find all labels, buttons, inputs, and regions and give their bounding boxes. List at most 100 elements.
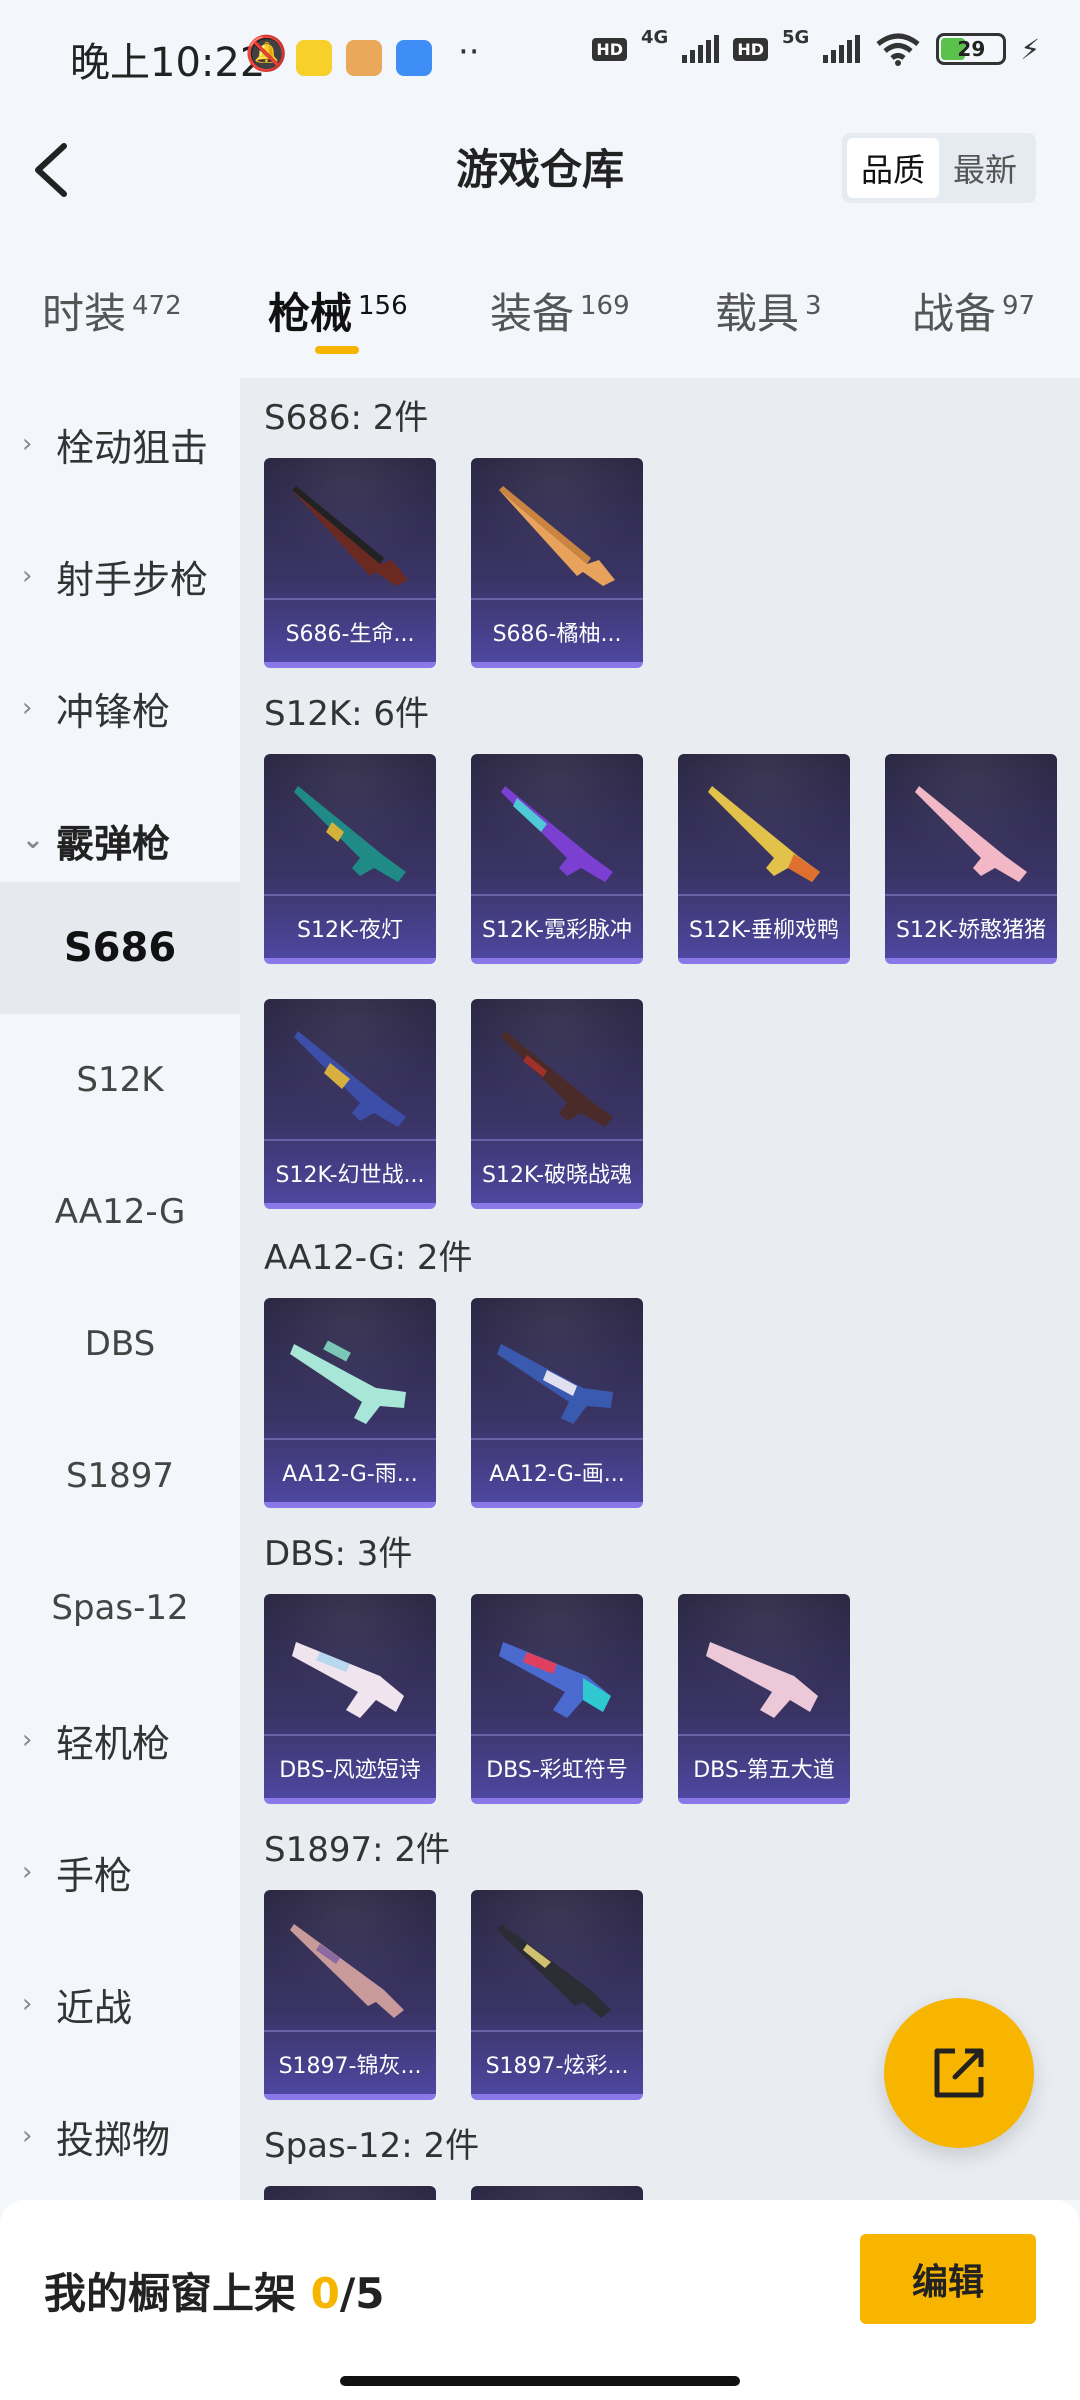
shotgun-image xyxy=(499,1642,611,1718)
tab-label: 载具 xyxy=(715,289,800,338)
skin-name: S12K-垂柳戏鸭 xyxy=(688,918,839,943)
sidebar-item-label: 手枪 xyxy=(56,1853,133,1898)
skin-name: AA12-G-画... xyxy=(489,1462,625,1487)
chevron-right-icon: › xyxy=(22,1989,33,2019)
sidebar: › 栓动狙击 › 射手步枪 › 冲锋枪 ⌄ 霰弹枪 S686 S12K AA12-G D… xyxy=(0,378,240,2200)
skin-name: DBS-彩虹符号 xyxy=(486,1758,628,1783)
weapon-skin-card[interactable]: DBS-风迹短诗 xyxy=(264,1594,436,1804)
sidebar-item-pistol[interactable]: › 手枪 xyxy=(0,1806,240,1938)
shotgun-image xyxy=(292,486,408,586)
showcase-title: 我的橱窗上架 xyxy=(44,2269,297,2318)
weapon-list[interactable]: S686: 2件 S686-生命... S686-橘柚... S12K: 6件 … xyxy=(240,378,1080,2200)
app-notification-icon xyxy=(346,40,382,76)
weapon-skin-card[interactable]: S12K-夜灯 xyxy=(264,754,436,964)
weapon-skin-card[interactable]: S1897-锦灰... xyxy=(264,1890,436,2100)
mute-bell-icon: 🔕 xyxy=(245,34,288,74)
showcase-label: 我的橱窗上架 0/5 xyxy=(44,2260,384,2321)
sidebar-subitem-spas12[interactable]: Spas-12 xyxy=(0,1542,240,1674)
shotgun-image xyxy=(290,1924,404,2018)
chevron-down-icon: ⌄ xyxy=(22,825,44,855)
sidebar-subitem-s1897[interactable]: S1897 xyxy=(0,1410,240,1542)
chevron-right-icon: › xyxy=(22,1725,33,1755)
shotgun-image xyxy=(294,1031,406,1127)
weapon-skin-card[interactable]: S12K-破晓战魂 xyxy=(471,999,643,1209)
sidebar-item-lmg[interactable]: › 轻机枪 xyxy=(0,1674,240,1806)
sidebar-subitem-aa12g[interactable]: AA12-G xyxy=(0,1146,240,1278)
sidebar-item-marksman-rifle[interactable]: › 射手步枪 xyxy=(0,510,240,642)
shotgun-image xyxy=(501,786,613,882)
status-bar: 晚上10:22 🔕 ·· HD 4G HD 5G 29 ⚡ xyxy=(0,0,1080,120)
shotgun-image xyxy=(292,1642,404,1718)
sort-option-newest[interactable]: 最新 xyxy=(939,138,1031,198)
home-indicator[interactable] xyxy=(340,2376,740,2386)
battery-level: 29 xyxy=(957,37,986,61)
weapon-skin-card[interactable]: S12K-娇憨猪猪 xyxy=(885,754,1057,964)
skin-name: S12K-霓彩脉冲 xyxy=(481,918,632,943)
shotgun-image xyxy=(706,1642,818,1718)
sidebar-subitem-s12k[interactable]: S12K xyxy=(0,1014,240,1146)
network-type-label: 4G xyxy=(641,26,669,48)
chevron-right-icon: › xyxy=(22,429,33,459)
chevron-right-icon: › xyxy=(22,693,33,723)
shotgun-image xyxy=(497,1924,611,2018)
group-title: S686: 2件 xyxy=(264,398,429,438)
weapon-skin-card[interactable] xyxy=(264,2186,436,2200)
edit-button[interactable]: 编辑 xyxy=(860,2234,1036,2324)
sidebar-item-label: 栓动狙击 xyxy=(56,425,209,470)
sort-option-quality[interactable]: 品质 xyxy=(847,138,939,198)
group-title: DBS: 3件 xyxy=(264,1534,413,1574)
sidebar-item-melee[interactable]: › 近战 xyxy=(0,1938,240,2070)
status-time: 晚上10:22 xyxy=(70,40,266,86)
weapon-skin-card[interactable] xyxy=(471,2186,643,2200)
tab-equipment[interactable]: 装备 169 xyxy=(490,280,630,341)
hd-icon: HD xyxy=(592,37,628,61)
tab-count: 472 xyxy=(132,291,182,321)
charging-icon: ⚡ xyxy=(1020,32,1040,66)
shotgun-image xyxy=(708,786,820,882)
tab-count: 169 xyxy=(580,291,630,321)
app-notification-icon xyxy=(296,40,332,76)
chevron-right-icon: › xyxy=(22,1857,33,1887)
weapon-skin-card[interactable]: DBS-彩虹符号 xyxy=(471,1594,643,1804)
sidebar-subitem-dbs[interactable]: DBS xyxy=(0,1278,240,1410)
tab-gear[interactable]: 战备 97 xyxy=(912,280,1035,341)
weapon-skin-card[interactable]: DBS-第五大道 xyxy=(678,1594,850,1804)
chevron-right-icon: › xyxy=(22,561,33,591)
weapon-skin-card[interactable]: S686-生命... xyxy=(264,458,436,668)
skin-name: S12K-破晓战魂 xyxy=(481,1163,632,1188)
wifi-icon xyxy=(876,33,920,66)
skin-name: S1897-炫彩... xyxy=(485,2054,629,2079)
shotgun-image xyxy=(501,1031,613,1127)
skin-name: DBS-风迹短诗 xyxy=(279,1758,421,1783)
tab-count: 3 xyxy=(805,291,822,321)
weapon-skin-card[interactable]: S1897-炫彩... xyxy=(471,1890,643,2100)
tab-weapons[interactable]: 枪械 156 xyxy=(268,280,408,341)
weapon-skin-card[interactable]: S12K-幻世战... xyxy=(264,999,436,1209)
weapon-skin-card[interactable]: S686-橘柚... xyxy=(471,458,643,668)
sidebar-item-smg[interactable]: › 冲锋枪 xyxy=(0,642,240,774)
tab-label: 时装 xyxy=(42,289,127,338)
group-title: Spas-12: 2件 xyxy=(264,2126,480,2166)
weapon-skin-card[interactable]: AA12-G-雨... xyxy=(264,1298,436,1508)
tab-count: 97 xyxy=(1002,291,1036,321)
tab-vehicles[interactable]: 载具 3 xyxy=(715,280,822,341)
weapon-skin-card[interactable]: AA12-G-画... xyxy=(471,1298,643,1508)
app-notification-icon xyxy=(396,40,432,76)
sidebar-item-throwable[interactable]: › 投掷物 xyxy=(0,2070,240,2202)
tab-label: 战备 xyxy=(912,289,997,338)
signal-icon xyxy=(823,35,861,63)
tab-label: 枪械 xyxy=(268,289,353,338)
shotgun-image xyxy=(915,786,1027,882)
weapon-skin-card[interactable]: S12K-垂柳戏鸭 xyxy=(678,754,850,964)
sidebar-item-label: 投掷物 xyxy=(56,2117,171,2162)
tab-fashion[interactable]: 时装 472 xyxy=(42,280,182,341)
weapon-skin-card[interactable]: S12K-霓彩脉冲 xyxy=(471,754,643,964)
share-button[interactable] xyxy=(884,1998,1034,2148)
sidebar-item-bolt-sniper[interactable]: › 栓动狙击 xyxy=(0,378,240,510)
showcase-total-count: /5 xyxy=(339,2269,385,2318)
skin-name: S12K-幻世战... xyxy=(275,1163,425,1188)
sidebar-subitem-s686[interactable]: S686 xyxy=(0,882,240,1014)
skin-name: S12K-娇憨猪猪 xyxy=(895,918,1046,943)
sort-toggle[interactable]: 品质 最新 xyxy=(842,133,1036,203)
sidebar-item-label: 霰弹枪 xyxy=(56,821,171,866)
